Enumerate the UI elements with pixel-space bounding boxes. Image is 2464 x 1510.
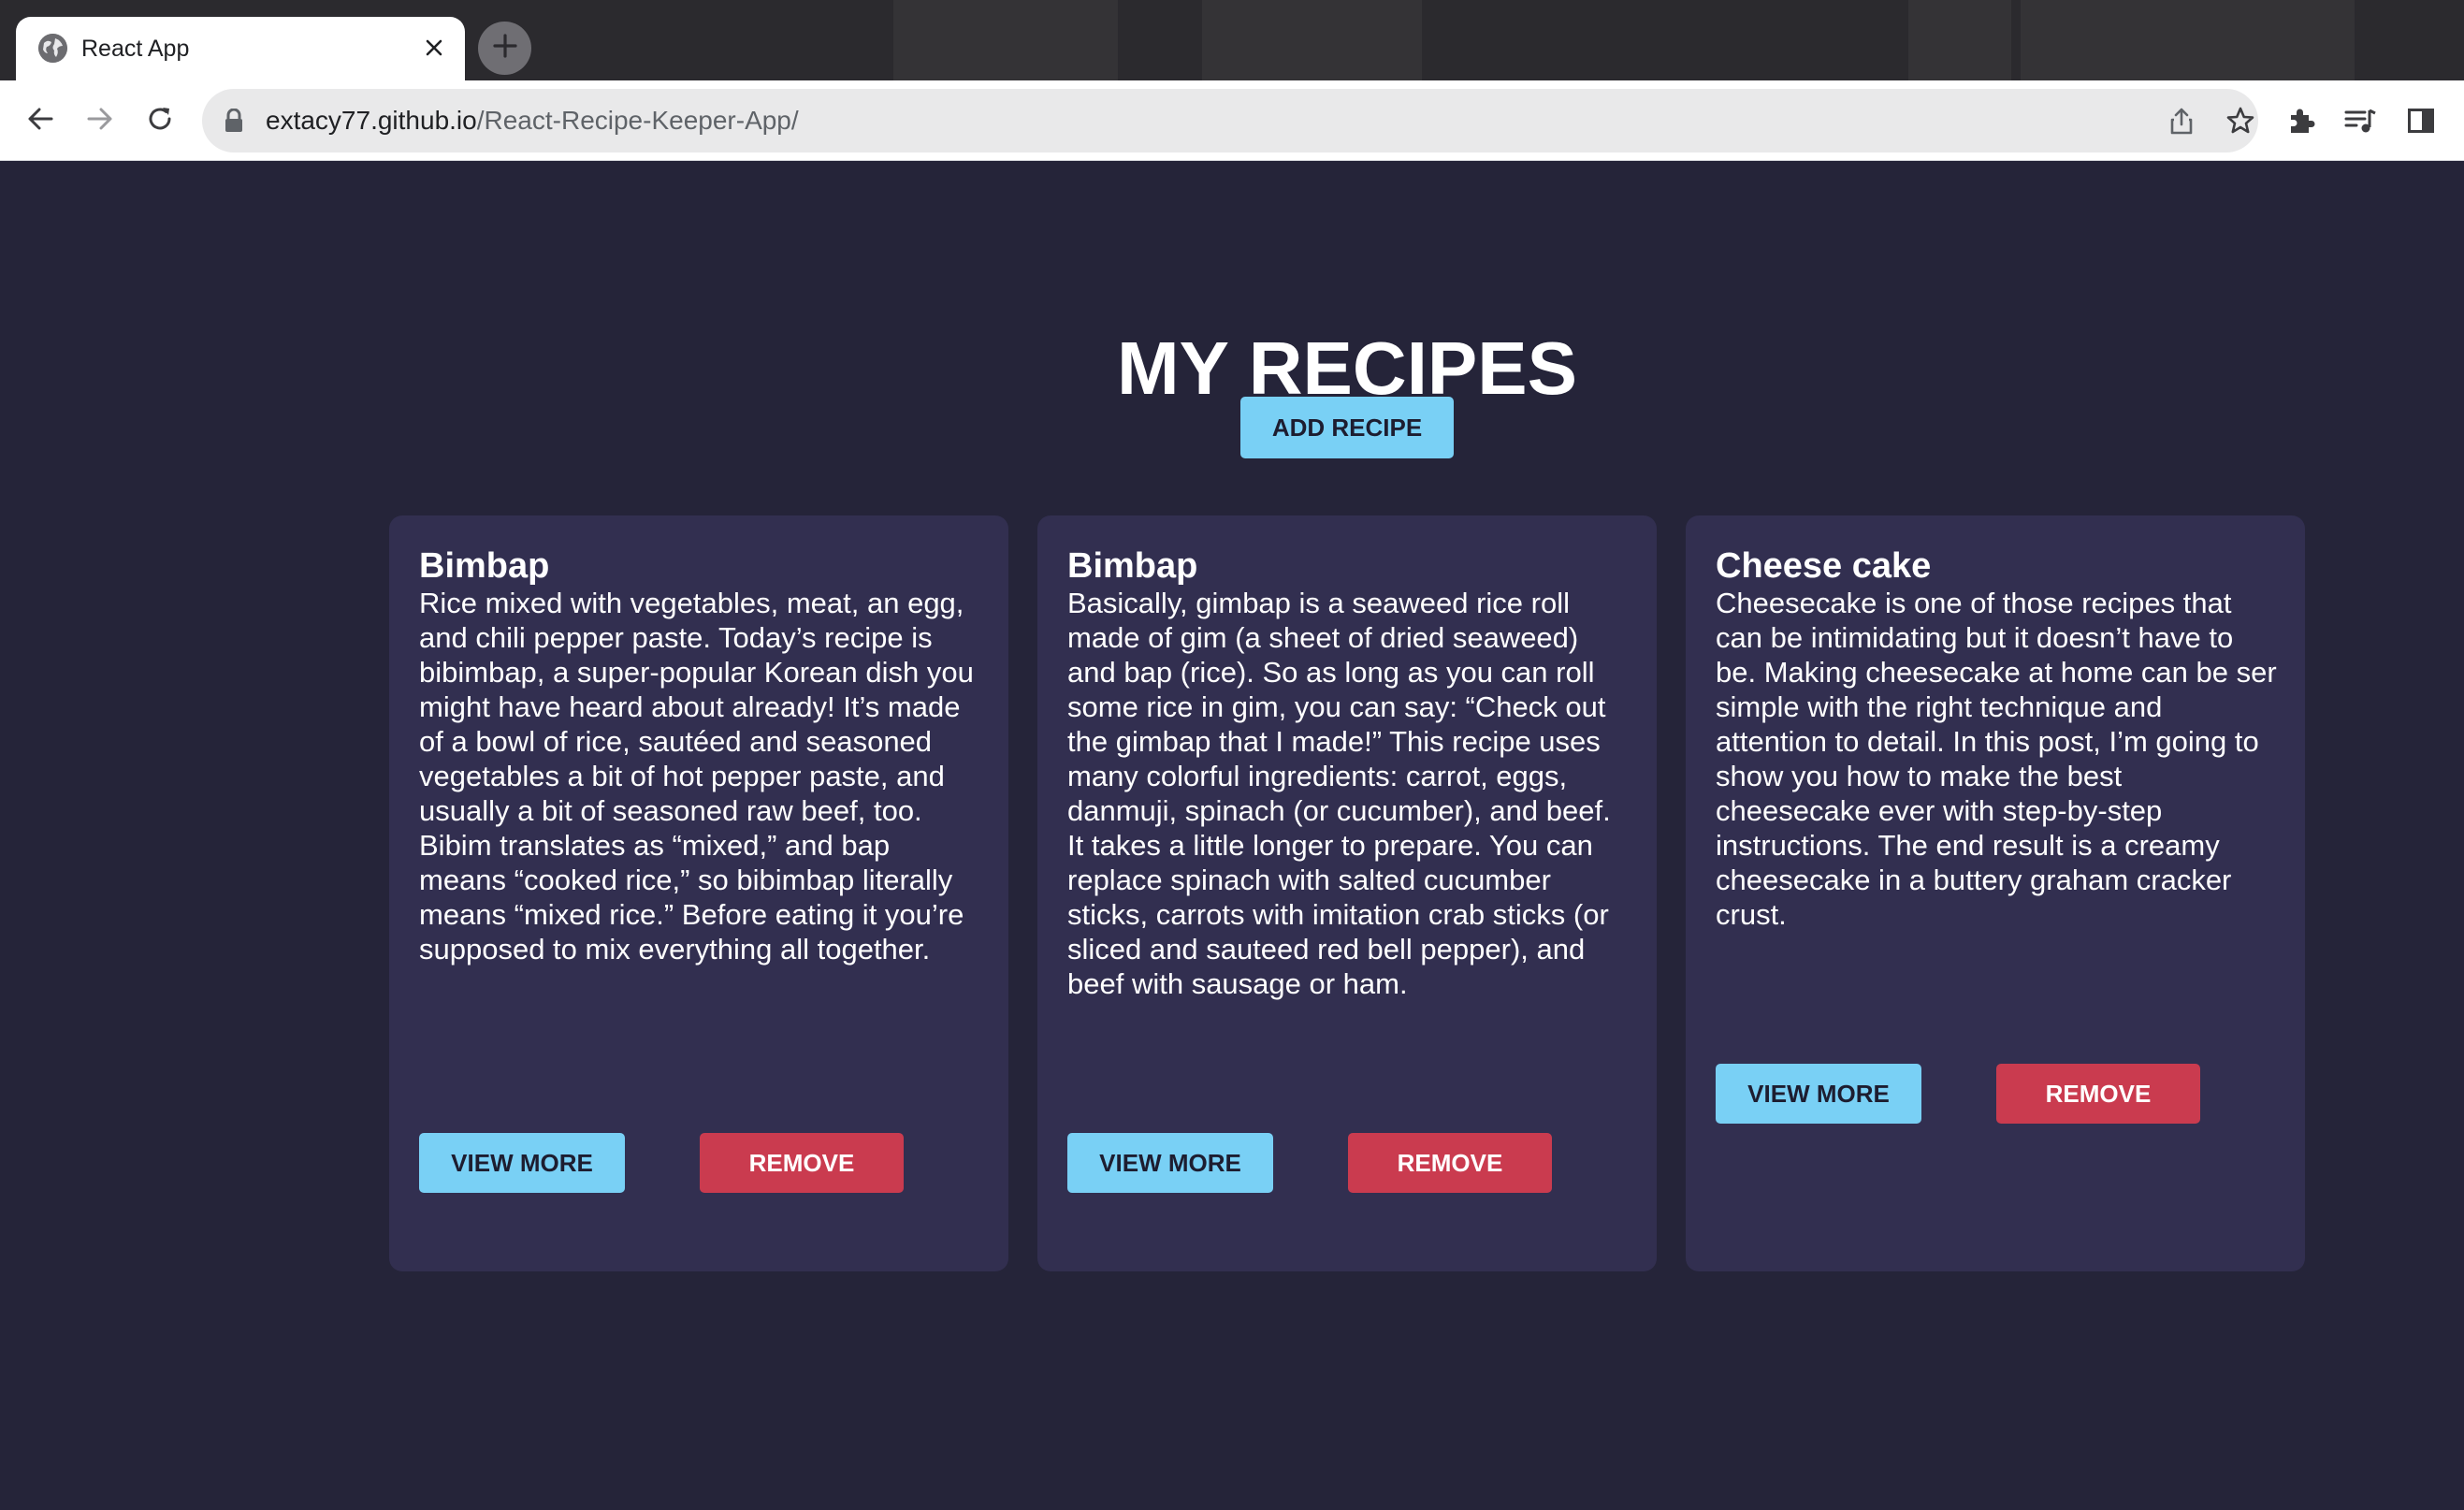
star-icon[interactable] <box>2224 104 2257 138</box>
tab-strip-background <box>1202 0 1422 80</box>
remove-button[interactable]: REMOVE <box>1996 1064 2200 1124</box>
plus-icon <box>492 34 517 63</box>
share-icon[interactable] <box>2165 104 2198 138</box>
side-panel-icon[interactable] <box>2400 100 2442 141</box>
tab-react-app[interactable]: React App <box>16 17 465 80</box>
recipe-card: Cheese cake Cheesecake is one of those r… <box>1686 515 2305 1271</box>
recipe-title: Bimbap <box>1067 546 1198 586</box>
view-more-button[interactable]: VIEW MORE <box>419 1133 625 1193</box>
close-icon[interactable] <box>416 30 452 65</box>
view-more-button[interactable]: VIEW MORE <box>1716 1064 1921 1124</box>
recipe-description: Rice mixed with vegetables, meat, an egg… <box>419 587 974 966</box>
url-text: extacy77.github.io/React-Recipe-Keeper-A… <box>266 104 799 138</box>
globe-icon <box>38 34 67 63</box>
puzzle-icon[interactable] <box>2281 100 2322 141</box>
recipe-description: Basically, gimbap is a seaweed rice roll… <box>1067 587 1611 1000</box>
url-domain: extacy77.github.io <box>266 106 477 135</box>
tab-title: React App <box>81 36 190 62</box>
recipe-description: Cheesecake is one of those recipes that … <box>1716 587 2277 931</box>
browser-tab-strip: React App <box>0 0 2464 80</box>
media-queue-icon[interactable] <box>2340 100 2381 141</box>
recipe-page: MY RECIPES ADD RECIPE Bimbap Rice mixed … <box>0 161 2464 1510</box>
recipe-card: Bimbap Rice mixed with vegetables, meat,… <box>389 515 1008 1271</box>
tab-strip-background <box>2021 0 2355 80</box>
remove-button[interactable]: REMOVE <box>700 1133 904 1193</box>
lock-icon <box>224 108 244 133</box>
tab-strip-background <box>1908 0 2011 80</box>
recipe-card: Bimbap Basically, gimbap is a seaweed ri… <box>1037 515 1657 1271</box>
address-bar[interactable]: extacy77.github.io/React-Recipe-Keeper-A… <box>202 89 2258 152</box>
new-tab-button[interactable] <box>478 22 531 75</box>
reload-button[interactable] <box>136 96 184 145</box>
page-title: MY RECIPES <box>1117 326 1577 410</box>
view-more-button[interactable]: VIEW MORE <box>1067 1133 1273 1193</box>
back-button[interactable] <box>16 96 65 145</box>
url-path: /React-Recipe-Keeper-App/ <box>476 106 799 135</box>
browser-toolbar: extacy77.github.io/React-Recipe-Keeper-A… <box>0 80 2464 161</box>
reload-icon <box>146 105 174 138</box>
tab-strip-background <box>893 0 1118 80</box>
arrow-left-icon <box>26 105 54 138</box>
recipe-title: Bimbap <box>419 546 550 586</box>
forward-button[interactable] <box>76 96 124 145</box>
recipe-title: Cheese cake <box>1716 546 1932 586</box>
remove-button[interactable]: REMOVE <box>1348 1133 1552 1193</box>
add-recipe-button[interactable]: ADD RECIPE <box>1240 397 1454 458</box>
arrow-right-icon <box>86 105 114 138</box>
